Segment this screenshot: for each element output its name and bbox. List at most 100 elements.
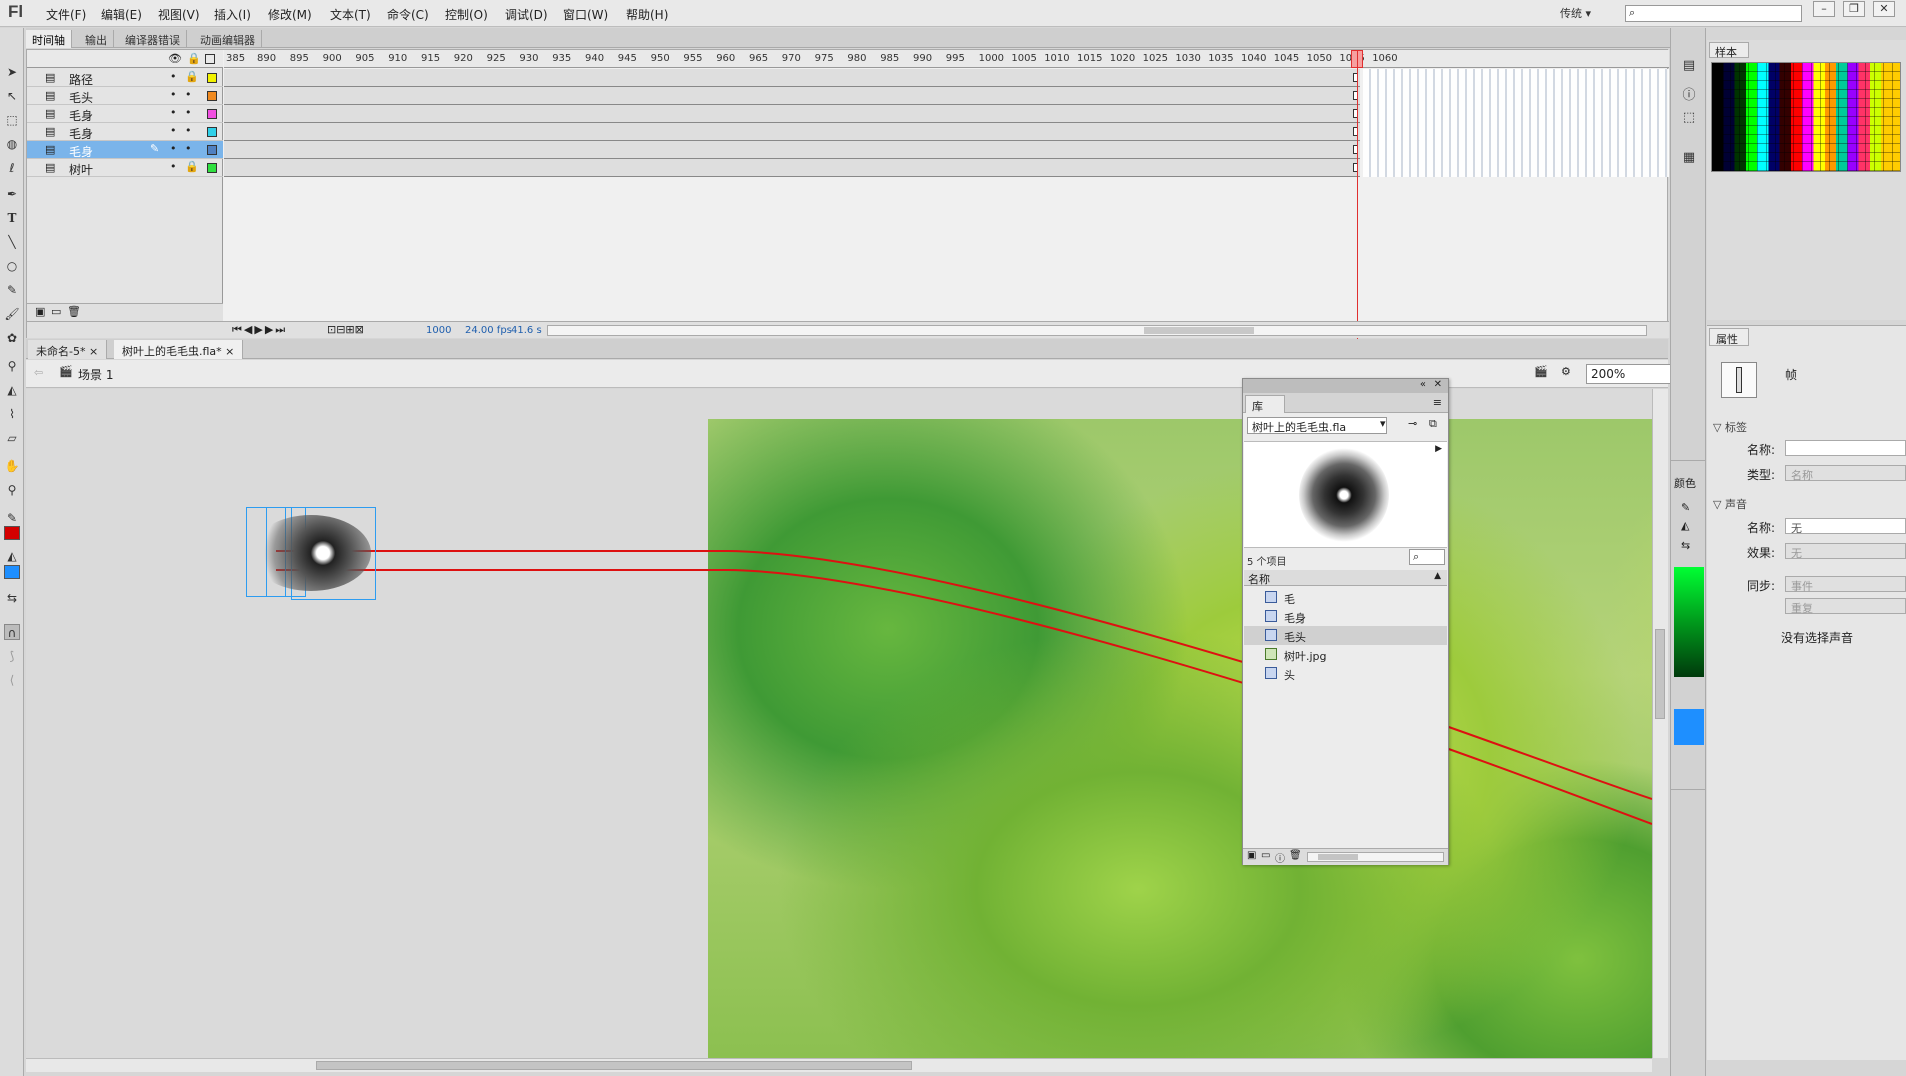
- minimize-button[interactable]: –: [1813, 1, 1835, 17]
- layer-row[interactable]: ▤ 毛身 • •: [27, 105, 223, 123]
- new-folder-icon[interactable]: ▭: [1261, 850, 1270, 861]
- frame-name-input[interactable]: [1785, 440, 1906, 456]
- play-icon[interactable]: ▶: [1435, 444, 1442, 454]
- hand-tool-icon[interactable]: ✋: [4, 458, 20, 474]
- tab-library[interactable]: 库: [1245, 395, 1285, 413]
- library-item[interactable]: 毛身: [1244, 607, 1447, 626]
- info-icon[interactable]: ⓘ: [1680, 84, 1698, 103]
- library-item[interactable]: 树叶.jpg: [1244, 645, 1447, 664]
- library-search-input[interactable]: ⌕: [1409, 549, 1445, 565]
- new-layer-icon[interactable]: ▣: [35, 305, 45, 318]
- close-icon[interactable]: ×: [225, 345, 234, 358]
- visibility-toggle[interactable]: •: [170, 106, 177, 119]
- snap-magnet-icon[interactable]: ∩: [4, 624, 20, 640]
- stage-hscroll[interactable]: [26, 1058, 1652, 1072]
- frame-span[interactable]: [224, 69, 1360, 87]
- fill-color-icon[interactable]: ◭: [4, 548, 20, 564]
- menu-file[interactable]: 文件(F): [46, 6, 86, 23]
- subselection-tool-icon[interactable]: ↖: [4, 88, 20, 104]
- sound-name-select[interactable]: 无: [1785, 518, 1906, 535]
- layer-row[interactable]: ▤ 毛身 • •: [27, 123, 223, 141]
- lock-icon[interactable]: 🔒: [187, 52, 201, 65]
- menu-edit[interactable]: 编辑(E): [101, 6, 142, 23]
- edit-symbol-icon[interactable]: ⚙: [1561, 365, 1571, 378]
- layer-color-swatch[interactable]: [207, 73, 217, 83]
- library-document-select[interactable]: 树叶上的毛毛虫.fla: [1247, 417, 1387, 434]
- visibility-toggle[interactable]: •: [170, 88, 177, 101]
- align-icon[interactable]: ▤: [1680, 58, 1698, 76]
- menu-control[interactable]: 控制(O): [445, 6, 488, 23]
- deco-tool-icon[interactable]: ✿: [4, 330, 20, 346]
- section-label[interactable]: ▽ 标签: [1713, 419, 1747, 435]
- collapse-icon[interactable]: «: [1420, 379, 1426, 390]
- new-library-icon[interactable]: ⧉: [1429, 417, 1437, 431]
- lock-icon[interactable]: 🔒: [185, 160, 199, 173]
- library-item[interactable]: 头: [1244, 664, 1447, 683]
- outline-icon[interactable]: [205, 54, 215, 64]
- fill-color-swatch[interactable]: [4, 565, 20, 579]
- menu-debug[interactable]: 调试(D): [505, 6, 548, 23]
- menu-help[interactable]: 帮助(H): [626, 6, 668, 23]
- pin-icon[interactable]: ⊸: [1408, 417, 1417, 430]
- lock-icon[interactable]: 🔒: [185, 70, 199, 83]
- sort-icon[interactable]: ▲: [1434, 571, 1441, 581]
- layer-color-swatch[interactable]: [207, 127, 217, 137]
- frame-ruler[interactable]: 385 890 895 900 905 910 915 920 925 930 935 940 945 9…: [224, 50, 1669, 68]
- eyedropper-tool-icon[interactable]: ⌇: [4, 406, 20, 422]
- free-transform-tool-icon[interactable]: ⬚: [4, 112, 20, 128]
- library-hscroll[interactable]: [1307, 852, 1444, 862]
- layer-color-swatch[interactable]: [207, 145, 217, 155]
- new-folder-icon[interactable]: ▭: [51, 305, 61, 318]
- transform-icon[interactable]: ⬚: [1680, 110, 1698, 128]
- sound-effect-select[interactable]: 无: [1785, 543, 1906, 560]
- tab-timeline[interactable]: 时间轴: [26, 30, 72, 48]
- text-tool-icon[interactable]: T: [4, 210, 20, 226]
- workspace-switcher[interactable]: 传统 ▾: [1560, 5, 1591, 21]
- 3d-rotation-tool-icon[interactable]: ◍: [4, 136, 20, 152]
- tab-compiler-errors[interactable]: 编译器错误: [119, 30, 187, 48]
- empty-frames[interactable]: [1363, 69, 1669, 177]
- menu-window[interactable]: 窗口(W): [563, 6, 608, 23]
- frame-grid[interactable]: [224, 69, 1669, 321]
- stroke-color-icon[interactable]: ✎: [1681, 501, 1690, 514]
- layer-name[interactable]: 树叶: [69, 161, 93, 178]
- close-button[interactable]: ✕: [1873, 1, 1895, 17]
- tab-properties[interactable]: 属性: [1709, 328, 1749, 346]
- tab-motion-editor[interactable]: 动画编辑器: [194, 30, 262, 48]
- visibility-toggle[interactable]: •: [170, 142, 177, 155]
- doc-tab-caterpillar[interactable]: 树叶上的毛毛虫.fla* ×: [114, 340, 244, 359]
- layer-color-swatch[interactable]: [207, 109, 217, 119]
- frame-span[interactable]: [224, 123, 1360, 141]
- fill-color-icon[interactable]: ◭: [1681, 519, 1689, 532]
- playback-controls-icon[interactable]: ⏮◀▶▶⏭: [232, 323, 287, 337]
- layer-row[interactable]: ▤ 毛身 ✎ • •: [27, 141, 223, 159]
- stroke-color-icon[interactable]: ✎: [4, 510, 20, 526]
- lock-toggle[interactable]: •: [185, 106, 192, 119]
- delete-layer-icon[interactable]: 🗑: [67, 305, 81, 318]
- sync-select[interactable]: 事件: [1785, 576, 1906, 593]
- stroke-color-swatch[interactable]: [4, 526, 20, 540]
- layer-name[interactable]: 路径: [69, 71, 93, 88]
- help-search-input[interactable]: ⌕: [1625, 5, 1802, 22]
- visibility-toggle[interactable]: •: [170, 124, 177, 137]
- tab-swatches[interactable]: 样本: [1709, 42, 1749, 59]
- line-tool-icon[interactable]: ╲: [4, 234, 20, 250]
- edit-scene-icon[interactable]: 🎬: [1534, 365, 1548, 378]
- straighten-icon[interactable]: ⟨: [4, 672, 20, 688]
- new-symbol-icon[interactable]: ▣: [1247, 850, 1256, 861]
- library-item[interactable]: 毛: [1244, 588, 1447, 607]
- menu-text[interactable]: 文本(T): [330, 6, 371, 23]
- frame-span[interactable]: [224, 105, 1360, 123]
- restore-button[interactable]: ❐: [1843, 1, 1865, 17]
- layer-row[interactable]: ▤ 树叶 • 🔒: [27, 159, 223, 177]
- properties-icon[interactable]: ⓘ: [1275, 850, 1285, 865]
- frame-rate[interactable]: 24.00 fps: [465, 325, 512, 336]
- timeline-hscroll[interactable]: [547, 325, 1647, 336]
- caterpillar-symbol[interactable]: [246, 507, 376, 600]
- oval-tool-icon[interactable]: ○: [4, 258, 20, 274]
- tab-color[interactable]: 颜色: [1674, 475, 1696, 491]
- scene-label[interactable]: 场景 1: [78, 366, 113, 383]
- menu-modify[interactable]: 修改(M): [268, 6, 312, 23]
- swatch-grid[interactable]: [1711, 62, 1901, 172]
- color-ramp[interactable]: [1674, 567, 1704, 677]
